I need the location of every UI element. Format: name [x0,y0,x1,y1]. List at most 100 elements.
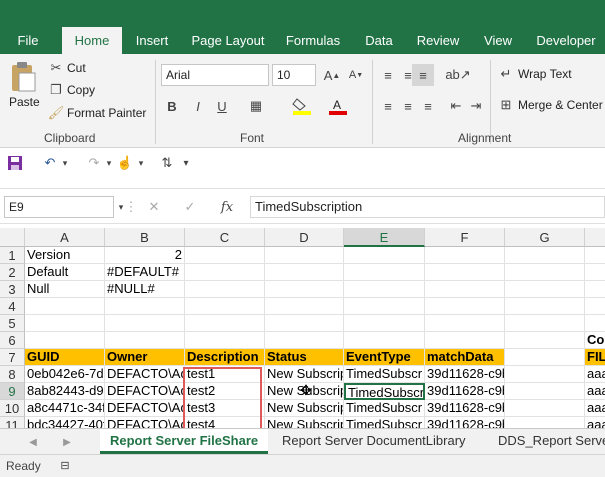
cell-c4[interactable] [185,298,265,315]
bold-button[interactable]: B [164,97,180,115]
cell-g3[interactable] [505,281,585,298]
font-name-select[interactable]: Arial [161,64,269,86]
format-painter-button[interactable]: Format Painter [67,106,146,120]
cell-b11[interactable]: DEFACTO\Ad [105,417,185,428]
cell-f8[interactable]: 39d11628-c9be-4a5f-a609-4 [425,366,505,383]
column-header-h[interactable] [585,228,605,247]
shrink-font-icon[interactable]: A ▼ [346,66,366,84]
cell-c1[interactable] [185,247,265,264]
align-top-icon[interactable]: ≡ [378,66,398,84]
insert-function-icon[interactable]: fx [216,197,238,217]
cancel-icon[interactable]: ✕ [144,197,164,217]
row-header[interactable]: 8 [0,366,25,383]
cell-c3[interactable] [185,281,265,298]
cell-c7[interactable]: Description [185,349,265,366]
cut-icon[interactable]: ✂ [48,60,64,76]
cell-b3[interactable]: #NULL# [105,281,185,298]
cell-a6[interactable] [25,332,105,349]
select-all-corner[interactable] [0,228,25,247]
tab-data[interactable]: Data [358,27,400,54]
cell-g4[interactable] [505,298,585,315]
cell-d1[interactable] [265,247,344,264]
row-header[interactable]: 11 [0,417,25,428]
cell-e1[interactable] [344,247,425,264]
cell-b2[interactable]: #DEFAULT# [105,264,185,281]
fill-color-icon[interactable] [290,97,314,115]
sort-icon[interactable]: ⇅ [158,154,176,172]
paste-icon[interactable] [8,60,38,94]
underline-button[interactable]: U [214,97,230,115]
cell-e7[interactable]: EventType [344,349,425,366]
tab-file[interactable]: File [8,27,48,54]
cell-d7[interactable]: Status [265,349,344,366]
font-color-icon[interactable]: A [326,97,350,115]
copy-button[interactable]: Copy [67,83,95,97]
cell-f5[interactable] [425,315,505,332]
align-center-icon[interactable]: ≡ [398,97,418,115]
cell-f11[interactable]: 39d11628-c9be-4a5f-a609-4 [425,417,505,428]
enter-icon[interactable]: ✓ [180,197,200,217]
cell-h8[interactable]: aaa [585,366,605,383]
cell-f6[interactable] [425,332,505,349]
tab-view[interactable]: View [476,27,520,54]
row-header[interactable]: 3 [0,281,25,298]
format-painter-icon[interactable]: 🖌 [48,105,65,121]
cell-e10[interactable]: TimedSubscr [344,400,425,417]
cell-g10[interactable] [505,400,585,417]
cell-f1[interactable] [425,247,505,264]
cell-a7[interactable]: GUID [25,349,105,366]
cell-g8[interactable] [505,366,585,383]
wrap-text-icon[interactable]: ↵ [498,66,514,82]
cell-g1[interactable] [505,247,585,264]
tab-formulas[interactable]: Formulas [280,27,346,54]
cell-f2[interactable] [425,264,505,281]
cell-d11[interactable]: New Subscrip [265,417,344,428]
cell-e6[interactable] [344,332,425,349]
column-header-e[interactable]: E [344,228,425,247]
scroll-tabs-right-icon[interactable]: ▶ [60,434,74,450]
cell-b9[interactable]: DEFACTO\Ad [105,383,185,400]
cell-a10[interactable]: a8c4471c-34f [25,400,105,417]
cell-e3[interactable] [344,281,425,298]
cell-h7[interactable]: FIL [585,349,605,366]
cell-h3[interactable] [585,281,605,298]
cell-a2[interactable]: Default [25,264,105,281]
touch-dropdown-icon[interactable]: ▾ [136,154,146,172]
align-bottom-icon[interactable]: ≡ [412,64,434,86]
cell-e2[interactable] [344,264,425,281]
cell-e11[interactable]: TimedSubscr [344,417,425,428]
italic-button[interactable]: I [190,97,206,115]
row-header[interactable]: 4 [0,298,25,315]
tab-review[interactable]: Review [410,27,466,54]
copy-icon[interactable]: ❐ [48,82,64,98]
cell-g2[interactable] [505,264,585,281]
cell-e8[interactable]: TimedSubscr [344,366,425,383]
row-header[interactable]: 5 [0,315,25,332]
cell-h10[interactable]: aaa [585,400,605,417]
row-header[interactable]: 9 [0,383,25,400]
column-header-d[interactable]: D [265,228,344,247]
sheet-tab-dds-report-server[interactable]: DDS_Report Serve [488,429,605,454]
column-header-g[interactable]: G [505,228,585,247]
cell-f3[interactable] [425,281,505,298]
cell-g9[interactable] [505,383,585,400]
paste-button[interactable]: Paste [9,95,40,109]
cell-c5[interactable] [185,315,265,332]
grow-font-icon[interactable]: A ▲ [322,66,342,84]
tab-home[interactable]: Home [62,27,122,54]
cell-b1[interactable]: 2 [105,247,185,264]
cell-c6[interactable] [185,332,265,349]
column-header-b[interactable]: B [105,228,185,247]
cell-b6[interactable] [105,332,185,349]
row-header[interactable]: 7 [0,349,25,366]
column-header-c[interactable]: C [185,228,265,247]
cell-g11[interactable] [505,417,585,428]
cell-b8[interactable]: DEFACTO\Ad [105,366,185,383]
cell-f4[interactable] [425,298,505,315]
cell-b10[interactable]: DEFACTO\Ad [105,400,185,417]
name-box[interactable]: E9 [4,196,114,218]
cell-f9[interactable]: 39d11628-c9be-4a5f-a609-4 [425,383,505,400]
cut-button[interactable]: Cut [67,61,86,75]
merge-center-icon[interactable]: ⊞ [498,97,514,113]
tab-developer[interactable]: Developer [530,27,602,54]
